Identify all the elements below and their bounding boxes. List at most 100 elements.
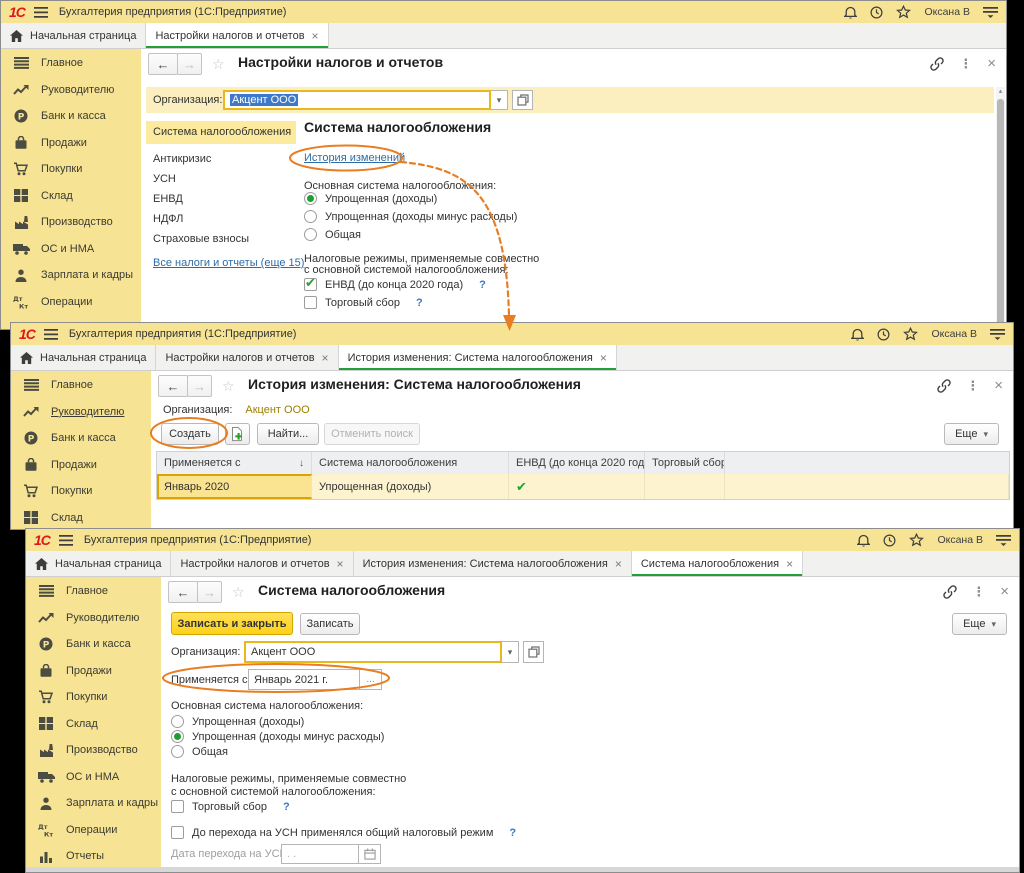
tab-close-icon[interactable]: × <box>322 351 329 365</box>
calendar-icon[interactable] <box>359 844 381 864</box>
table-header-cell[interactable] <box>725 452 1009 474</box>
tab[interactable]: Настройки налогов и отчетов × <box>146 23 328 48</box>
checkbox-option[interactable]: ЕНВД (до конца 2020 года) ? <box>304 278 486 291</box>
more-menu-icon[interactable]: ⋮ <box>966 378 979 394</box>
settings-section-item[interactable]: ЕНВД <box>146 189 296 209</box>
history-icon[interactable] <box>883 534 896 547</box>
favorites-icon[interactable] <box>903 327 918 341</box>
settings-section-item[interactable]: Система налогообложения <box>146 121 296 144</box>
sidebar-item[interactable]: Производство <box>26 737 161 764</box>
history-icon[interactable] <box>870 6 883 19</box>
radio-button[interactable] <box>171 730 184 743</box>
sidebar-item[interactable]: ДтКт Операции <box>26 817 161 844</box>
dropdown-arrow-icon[interactable]: ▾ <box>502 641 519 663</box>
tab-close-icon[interactable]: × <box>600 351 607 365</box>
user-name[interactable]: Оксана В <box>937 534 983 546</box>
radio-option[interactable]: Упрощенная (доходы минус расходы) <box>304 210 517 223</box>
get-link-icon[interactable] <box>937 379 951 393</box>
tab[interactable]: Настройки налогов и отчетов × <box>171 551 353 576</box>
create-button[interactable]: Создать <box>161 423 219 445</box>
sidebar-item[interactable]: Главное <box>1 50 141 77</box>
table-header-cell[interactable]: ЕНВД (до конца 2020 года) <box>509 452 645 474</box>
sidebar-item[interactable]: Покупки <box>1 156 141 183</box>
trade-fee-checkbox[interactable] <box>171 800 184 813</box>
pre-usn-checkbox[interactable] <box>171 826 184 839</box>
radio-option[interactable]: Упрощенная (доходы) <box>304 192 517 205</box>
help-icon[interactable]: ? <box>479 279 486 291</box>
history-link[interactable]: История изменений <box>304 152 405 164</box>
main-menu-icon[interactable] <box>44 329 58 340</box>
sidebar-item[interactable]: Склад <box>1 183 141 210</box>
cell-trade-fee[interactable] <box>645 474 725 499</box>
tab[interactable]: История изменения: Система налогообложен… <box>339 345 617 370</box>
transition-date-input[interactable]: . . <box>281 844 359 864</box>
radio-option[interactable]: Общая <box>304 228 517 241</box>
organization-value[interactable]: Акцент ООО <box>245 404 309 416</box>
scroll-up-icon[interactable]: ▴ <box>999 87 1003 97</box>
user-name[interactable]: Оксана В <box>931 328 977 340</box>
table-header-cell[interactable]: Применяется с ↓ <box>157 452 312 474</box>
organization-input[interactable]: Акцент ООО <box>244 641 502 663</box>
applied-from-input[interactable]: Январь 2021 г. <box>248 669 360 690</box>
radio-option[interactable]: Общая <box>171 745 384 758</box>
table-header-cell[interactable]: Система налогообложения <box>312 452 509 474</box>
close-form-icon[interactable]: × <box>994 381 1003 391</box>
table-row[interactable]: Январь 2020 Упрощенная (доходы) ✔ <box>157 474 1009 499</box>
nav-forward-button[interactable]: → <box>197 581 222 603</box>
settings-section-item[interactable]: Антикризис <box>146 149 296 169</box>
main-menu-icon[interactable] <box>59 535 73 546</box>
cancel-search-button[interactable]: Отменить поиск <box>324 423 420 445</box>
sidebar-item[interactable]: ОС и НМА <box>26 764 161 791</box>
cell-envd[interactable]: ✔ <box>509 474 645 499</box>
sidebar-item[interactable]: Продажи <box>1 130 141 157</box>
service-menu-icon[interactable] <box>983 6 998 18</box>
more-menu-icon[interactable]: ⋮ <box>959 56 972 72</box>
favorites-icon[interactable] <box>896 5 911 19</box>
checkbox-option[interactable]: Торговый сбор ? <box>304 296 486 309</box>
radio-option[interactable]: Упрощенная (доходы минус расходы) <box>171 730 384 743</box>
cell-empty[interactable] <box>725 474 1009 499</box>
get-link-icon[interactable] <box>943 585 957 599</box>
more-button[interactable]: Еще▾ <box>944 423 999 445</box>
notifications-icon[interactable] <box>851 327 864 341</box>
cell-tax-system[interactable]: Упрощенная (доходы) <box>312 474 509 499</box>
sidebar-item[interactable]: Руководителю <box>1 77 141 104</box>
settings-section-item[interactable]: Страховые взносы <box>146 229 296 249</box>
choose-period-button[interactable]: ... <box>360 669 382 690</box>
settings-section-item[interactable]: Все налоги и отчеты (еще 15) <box>146 253 296 273</box>
sidebar-item[interactable]: Покупки <box>11 478 151 505</box>
more-menu-icon[interactable]: ⋮ <box>972 584 985 600</box>
nav-forward-button[interactable]: → <box>187 375 212 397</box>
sidebar-item[interactable]: Производство <box>1 209 141 236</box>
tab-close-icon[interactable]: × <box>615 557 622 571</box>
radio-button[interactable] <box>304 228 317 241</box>
service-menu-icon[interactable] <box>990 328 1005 340</box>
user-name[interactable]: Оксана В <box>924 6 970 18</box>
checkbox[interactable] <box>304 296 317 309</box>
close-form-icon[interactable]: × <box>1000 587 1009 597</box>
nav-forward-button[interactable]: → <box>177 53 202 75</box>
main-menu-icon[interactable] <box>34 7 48 18</box>
sidebar-item[interactable]: Склад <box>26 711 161 738</box>
tab[interactable]: Настройки налогов и отчетов × <box>156 345 338 370</box>
create-copy-button[interactable] <box>225 423 250 445</box>
sidebar-item[interactable]: Руководителю <box>26 605 161 632</box>
favorite-star-icon[interactable]: ☆ <box>222 378 235 395</box>
radio-button[interactable] <box>171 745 184 758</box>
pre-usn-option[interactable]: До перехода на УСН применялся общий нало… <box>171 826 516 839</box>
sidebar-item[interactable]: Главное <box>26 578 161 605</box>
notifications-icon[interactable] <box>844 5 857 19</box>
sidebar-item[interactable]: Р Банк и касса <box>1 103 141 130</box>
sidebar-item[interactable]: Руководителю <box>11 399 151 426</box>
tab-close-icon[interactable]: × <box>337 557 344 571</box>
table-header-cell[interactable]: Торговый сбор <box>645 452 725 474</box>
settings-section-item[interactable]: УСН <box>146 169 296 189</box>
nav-back-button[interactable]: ← <box>168 581 198 603</box>
notifications-icon[interactable] <box>857 533 870 547</box>
sidebar-item[interactable]: Продажи <box>11 452 151 479</box>
checkbox[interactable] <box>304 278 317 291</box>
settings-section-item[interactable]: НДФЛ <box>146 209 296 229</box>
sidebar-item[interactable]: ДтКт Операции <box>1 289 141 316</box>
sidebar-item[interactable]: Главное <box>11 372 151 399</box>
sidebar-item[interactable]: ОС и НМА <box>1 236 141 263</box>
